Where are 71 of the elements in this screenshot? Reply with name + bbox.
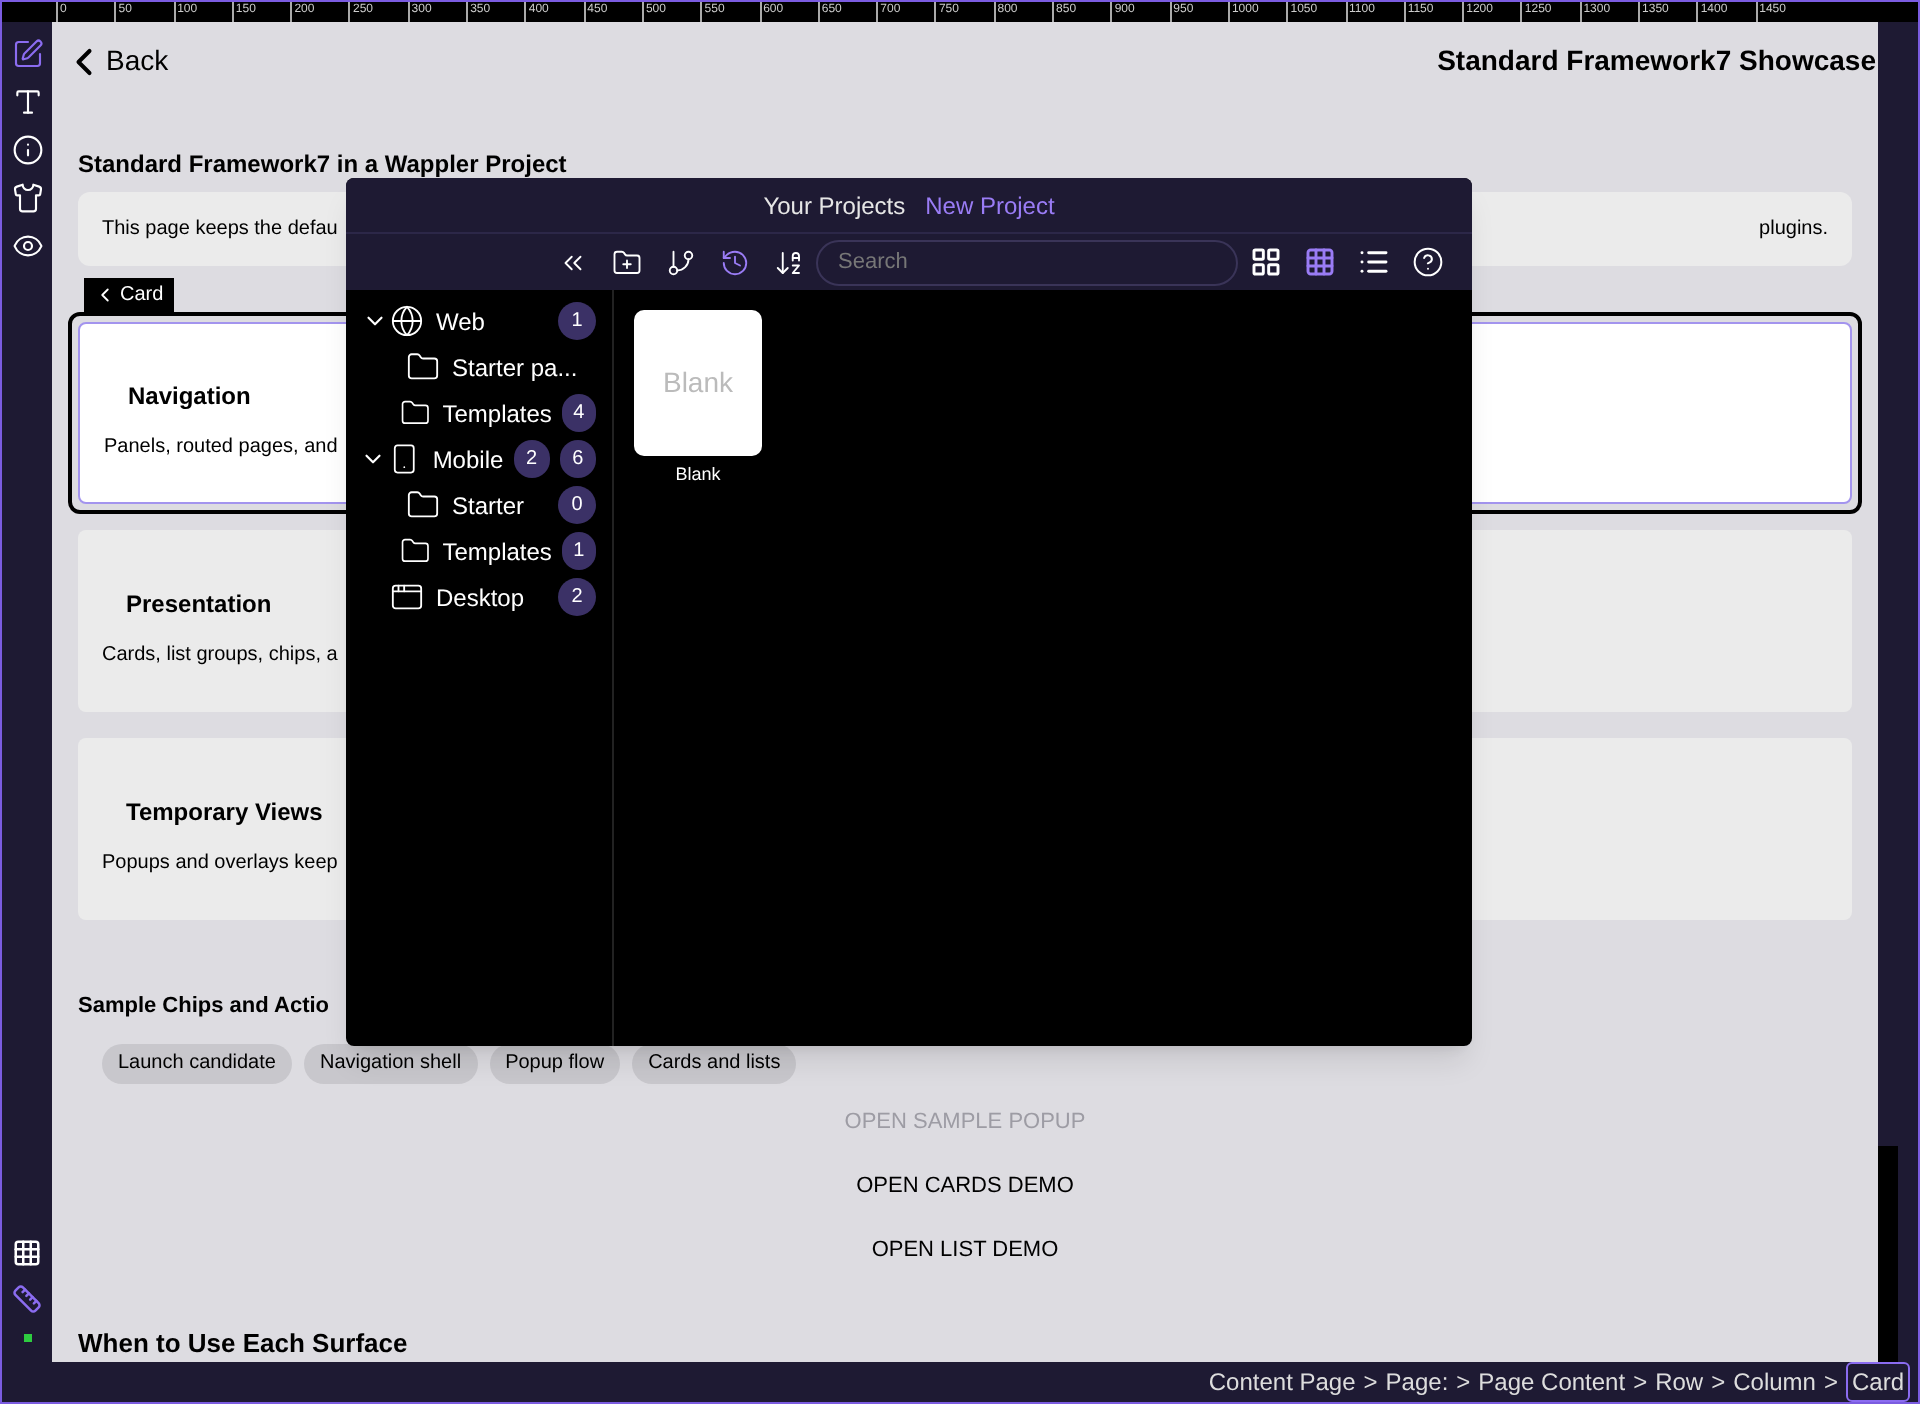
back-button[interactable]: Back xyxy=(62,39,169,84)
section-heading: Sample Chips and Actio xyxy=(78,992,330,1022)
count-badge: 1 xyxy=(558,302,596,340)
count-badge: 2 xyxy=(513,440,550,478)
history-icon[interactable] xyxy=(720,247,750,277)
element-tag: Card xyxy=(84,278,174,312)
breadcrumb[interactable]: Column xyxy=(1733,1364,1816,1400)
count-badge: 1 xyxy=(561,532,596,570)
card-title: Navigation xyxy=(126,379,251,413)
tree-item[interactable]: Starter xyxy=(452,487,548,523)
edit-icon[interactable] xyxy=(11,38,43,70)
eye-icon[interactable] xyxy=(11,230,43,262)
breadcrumb-separator: > xyxy=(1633,1366,1648,1400)
card-text: Popups and overlays keep xyxy=(102,849,338,877)
folder-icon xyxy=(399,534,431,568)
breadcrumb[interactable]: Page: xyxy=(1385,1364,1449,1400)
action-button[interactable]: OPEN CARDS DEMO xyxy=(856,1169,1074,1205)
card-text: Cards, list groups, chips, a xyxy=(102,641,338,669)
list-icon[interactable] xyxy=(1358,246,1390,278)
folder-plus-icon[interactable] xyxy=(612,247,642,277)
grid-icon[interactable] xyxy=(12,1238,42,1268)
branch-icon[interactable] xyxy=(666,247,696,277)
chip[interactable]: Navigation shell xyxy=(303,1043,478,1083)
card-text: Panels, routed pages, and xyxy=(104,433,338,461)
tree-item[interactable]: Desktop xyxy=(436,579,548,615)
breadcrumb[interactable]: Content Page xyxy=(1208,1364,1356,1400)
breadcrumb[interactable]: Page Content xyxy=(1478,1364,1626,1400)
folder-icon xyxy=(399,396,431,430)
breadcrumb-separator: > xyxy=(1363,1366,1378,1400)
section-heading: Standard Framework7 in a Wappler Project xyxy=(78,150,567,179)
breadcrumb[interactable]: Card xyxy=(1845,1362,1910,1402)
dialog-tab[interactable]: New Project xyxy=(925,187,1055,223)
window-icon xyxy=(390,580,424,614)
breadcrumb-separator: > xyxy=(1711,1366,1726,1400)
text-size-icon[interactable] xyxy=(11,86,43,118)
count-badge: 4 xyxy=(561,394,596,432)
intro-text: This page keeps the defau xyxy=(102,216,338,245)
tree-item[interactable]: Templates xyxy=(442,395,552,431)
shirt-icon[interactable] xyxy=(11,182,43,214)
phone-icon xyxy=(388,442,421,476)
project-label: Blank xyxy=(675,462,721,488)
chip[interactable]: Popup flow xyxy=(489,1043,621,1083)
small-grid-icon[interactable] xyxy=(1304,246,1336,278)
chip[interactable]: Cards and lists xyxy=(632,1043,797,1083)
large-grid-icon[interactable] xyxy=(1250,246,1282,278)
info-icon[interactable] xyxy=(11,134,43,166)
tree-item[interactable]: Mobile xyxy=(432,441,504,477)
count-badge: 0 xyxy=(558,486,596,524)
sort-az-icon[interactable] xyxy=(774,247,804,277)
folder-icon xyxy=(406,488,440,522)
section-heading: When to Use Each Surface xyxy=(78,1325,410,1361)
tree-item[interactable]: Starter pa... xyxy=(452,349,596,385)
dialog-tab[interactable]: Your Projects xyxy=(763,187,906,223)
page-title: Standard Framework7 Showcase xyxy=(1437,42,1876,81)
action-button[interactable]: OPEN LIST DEMO xyxy=(871,1233,1059,1269)
ruler-icon[interactable] xyxy=(12,1284,42,1314)
breadcrumb[interactable]: Row xyxy=(1655,1364,1704,1400)
folder-icon xyxy=(406,350,440,384)
count-badge: 2 xyxy=(558,578,596,616)
count-badge: 6 xyxy=(559,440,597,478)
breadcrumb-separator: > xyxy=(1823,1366,1838,1400)
help-icon[interactable] xyxy=(1412,246,1444,278)
tree-item[interactable]: Templates xyxy=(442,533,552,569)
intro-text: plugins. xyxy=(1759,216,1828,245)
search-field[interactable]: Search xyxy=(816,239,1238,285)
breadcrumb-separator: > xyxy=(1456,1366,1471,1400)
card-title: Temporary Views xyxy=(124,795,323,829)
chip[interactable]: Launch candidate xyxy=(102,1043,292,1083)
globe-icon xyxy=(390,304,424,338)
card-title: Presentation xyxy=(124,587,272,621)
tree-item[interactable]: Web xyxy=(436,303,548,339)
